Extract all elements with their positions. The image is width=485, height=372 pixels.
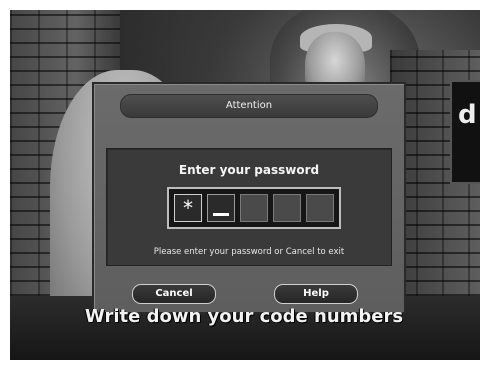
pin-slot-3[interactable] (240, 194, 268, 222)
subtitle-caption: Write down your code numbers (84, 306, 404, 327)
channel-logo: d (450, 80, 480, 184)
pin-slot-4[interactable] (273, 194, 301, 222)
dialog-title: Attention (120, 94, 378, 118)
help-button[interactable]: Help (274, 284, 358, 304)
cancel-button[interactable]: Cancel (132, 284, 216, 304)
password-dialog: Attention Enter your password * Please e… (92, 82, 406, 314)
channel-logo-glyph: d (458, 100, 477, 130)
instruction-text: Please enter your password or Cancel to … (153, 247, 345, 257)
pin-slot-2[interactable] (207, 194, 235, 222)
pin-slot-1-char: * (181, 196, 195, 220)
text-cursor (213, 213, 229, 216)
pin-slot-5[interactable] (306, 194, 334, 222)
pin-entry-field[interactable]: * (167, 187, 341, 229)
pin-slot-1[interactable]: * (174, 194, 202, 222)
dialog-content: Enter your password * Please enter your … (106, 148, 392, 266)
password-prompt: Enter your password (178, 163, 320, 177)
